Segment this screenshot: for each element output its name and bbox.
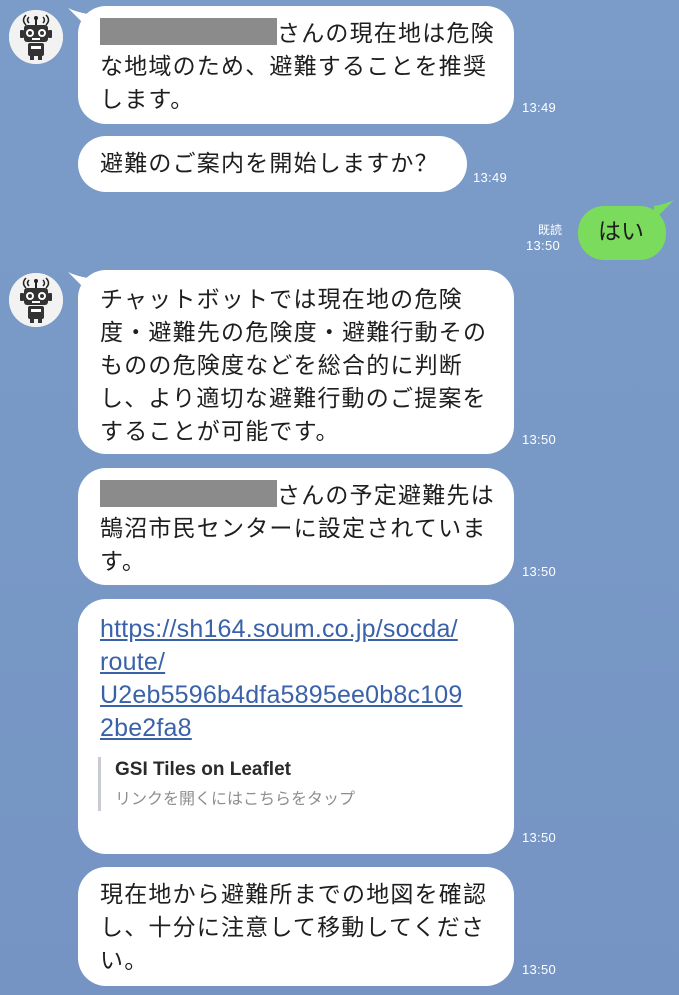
message-timestamp: 13:50 [522, 830, 557, 845]
bubble-tail [654, 200, 674, 220]
message-text: します。 [100, 87, 195, 113]
read-receipt: 既読 [538, 223, 563, 237]
message-bubble[interactable]: チャットボットでは現在地の危険 度・避難先の危険度・避難行動その ものの危険度な… [78, 270, 514, 454]
message-text: い。 [100, 948, 149, 974]
message-text: 鵠沼市民センターに設定されていま [100, 516, 487, 542]
link-preview-subtitle: リンクを開くにはこちらをタップ [115, 789, 356, 808]
redacted-name [100, 480, 277, 507]
link-message-bubble[interactable]: https://sh164.soum.co.jp/socda/ route/ U… [78, 599, 514, 854]
message-text: することが可能です。 [100, 419, 340, 445]
message-timestamp: 13:50 [522, 432, 557, 447]
url-link[interactable]: https://sh164.soum.co.jp/socda/ [100, 613, 492, 646]
message-bubble[interactable]: 現在地から避難所までの地図を確認 し、十分に注意して移動してくださ い。 [78, 867, 514, 986]
robot-bot-icon [9, 10, 63, 64]
message-timestamp: 13:49 [522, 100, 557, 115]
message-text: す。 [100, 549, 147, 575]
message-bubble[interactable]: さんの予定避難先は 鵠沼市民センターに設定されていま す。 [78, 468, 514, 585]
bot-avatar[interactable] [9, 10, 63, 64]
message-text: 現在地から避難所までの地図を確認 [100, 882, 488, 908]
message-text: ものの危険度などを総合的に判断 [100, 353, 463, 379]
message-text: チャットボットでは現在地の危険 [100, 287, 463, 313]
robot-bot-icon [9, 273, 63, 327]
url-link[interactable]: U2eb5596b4dfa5895ee0b8c109 [100, 679, 492, 712]
message-timestamp: 13:49 [473, 170, 508, 185]
link-preview-title: GSI Tiles on Leaflet [115, 759, 291, 780]
url-link[interactable]: route/ [100, 646, 492, 679]
message-text: し、十分に注意して移動してくださ [100, 915, 486, 941]
message-timestamp: 13:50 [522, 962, 557, 977]
message-bubble[interactable]: 避難のご案内を開始しますか？ [78, 136, 467, 192]
message-bubble[interactable]: さんの現在地は危険 な地域のため、避難することを推奨 します。 [78, 6, 514, 124]
sent-message-bubble[interactable]: はい [578, 206, 666, 260]
bot-avatar[interactable] [9, 273, 63, 327]
redacted-name [100, 18, 277, 45]
message-text: 度・避難先の危険度・避難行動その [100, 320, 488, 346]
message-timestamp: 13:50 [522, 564, 557, 579]
message-text: はい [598, 219, 644, 245]
link-preview-card[interactable]: GSI Tiles on Leaflet リンクを開くにはこちらをタップ [98, 757, 355, 811]
message-text: な地域のため、避難することを推奨 [100, 54, 488, 80]
url-link[interactable]: 2be2fa8 [100, 712, 492, 745]
message-timestamp: 13:50 [526, 238, 561, 253]
message-text: し、より適切な避難行動のご提案を [100, 386, 487, 412]
message-text: 避難のご案内を開始しますか？ [100, 151, 439, 177]
